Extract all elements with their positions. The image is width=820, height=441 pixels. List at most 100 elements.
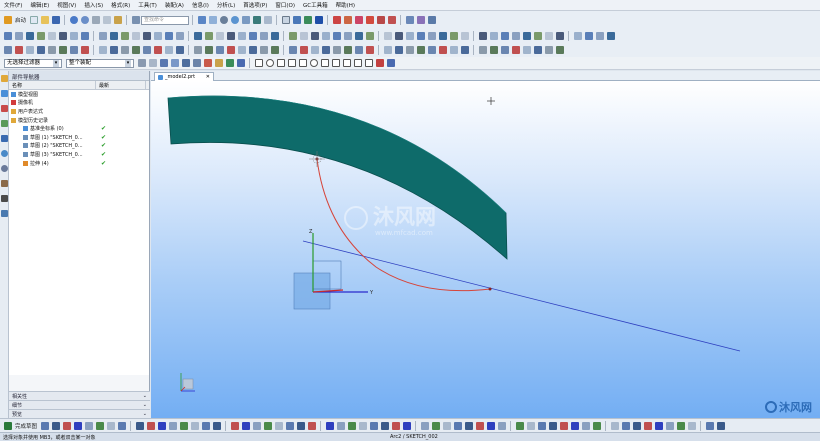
curve-tool-icon[interactable] [80, 46, 89, 54]
feature-tool-icon[interactable] [500, 32, 509, 40]
tree-node[interactable]: 模型视图 [9, 90, 149, 99]
sketch-tool-icon[interactable] [106, 421, 115, 430]
sketch-tool-icon[interactable] [51, 421, 60, 430]
sketch-tool-icon[interactable] [453, 421, 462, 430]
curve-tool-icon[interactable] [175, 46, 184, 54]
curve-tool-icon[interactable] [193, 46, 202, 54]
sketch-tool-icon[interactable] [687, 421, 696, 430]
curve-tool-icon[interactable] [47, 46, 56, 54]
constraint-navigator-icon[interactable] [1, 105, 8, 112]
sketch-tool-icon[interactable] [497, 421, 506, 430]
sketch-tool-icon[interactable] [665, 421, 674, 430]
system-materials-icon[interactable] [1, 180, 8, 187]
sketch-tool-icon[interactable] [358, 421, 367, 430]
sketch-tool-icon[interactable] [274, 421, 283, 430]
sketch-tool-icon[interactable] [592, 421, 601, 430]
fit-icon[interactable] [208, 16, 217, 24]
curve-tool-icon[interactable] [109, 46, 118, 54]
curve-tool-icon[interactable] [299, 46, 308, 54]
menu-item[interactable]: 窗口(O) [271, 1, 299, 9]
curve-tool-icon[interactable] [478, 46, 487, 54]
snap-endpoint-icon[interactable] [332, 16, 341, 24]
sketch-tool-icon[interactable] [391, 421, 400, 430]
sketch-tool-icon[interactable] [442, 421, 451, 430]
select-icon[interactable] [281, 16, 290, 24]
sketch-tool-icon[interactable] [559, 421, 568, 430]
start-button[interactable]: 启动 [15, 16, 26, 24]
navigator-panel[interactable]: 相关性 ⌄ [9, 391, 150, 400]
sketch-tool-icon[interactable] [212, 421, 221, 430]
snap-intersection-icon[interactable] [387, 16, 396, 24]
snap-toggle-icon[interactable] [236, 59, 245, 67]
sketch-tool-icon[interactable] [325, 421, 334, 430]
feature-tool-icon[interactable] [383, 32, 392, 40]
curve-tool-icon[interactable] [416, 46, 425, 54]
curve-tool-icon[interactable] [460, 46, 469, 54]
curve-tool-icon[interactable] [288, 46, 297, 54]
curve-tool-icon[interactable] [343, 46, 352, 54]
feature-tool-icon[interactable] [175, 32, 184, 40]
measure-icon[interactable] [405, 16, 414, 24]
sketch-tool-icon[interactable] [84, 421, 93, 430]
sketch-tool-icon[interactable] [369, 421, 378, 430]
copy-icon[interactable] [102, 16, 111, 24]
sketch-tool-icon[interactable] [62, 421, 71, 430]
feature-tool-icon[interactable] [3, 32, 12, 40]
line-tool-icon[interactable] [314, 16, 323, 24]
menu-item[interactable]: 文件(F) [0, 1, 26, 9]
feature-tool-icon[interactable] [237, 32, 246, 40]
feature-tool-icon[interactable] [25, 32, 34, 40]
menu-item[interactable]: 视图(V) [53, 1, 80, 9]
sketch-tool-icon[interactable] [336, 421, 345, 430]
tree-node[interactable]: 草图 (3) "SKETCH_0... ✔ [9, 150, 149, 159]
sketch-tool-icon[interactable] [621, 421, 630, 430]
sketch-tool-icon[interactable] [475, 421, 484, 430]
curve-tool-icon[interactable] [449, 46, 458, 54]
sketch-tool-icon[interactable] [263, 421, 272, 430]
hd3d-icon[interactable] [1, 135, 8, 142]
render-style-icon[interactable] [252, 16, 261, 24]
navigator-panel[interactable]: 细节 ⌄ [9, 400, 150, 409]
snap-tan-icon[interactable] [364, 59, 373, 67]
reuse-library-icon[interactable] [1, 120, 8, 127]
sketch-tool-icon[interactable] [201, 421, 210, 430]
curve-tool-icon[interactable] [321, 46, 330, 54]
sketch-tool-icon[interactable] [252, 421, 261, 430]
feature-tool-icon[interactable] [489, 32, 498, 40]
sketch-tool-icon[interactable] [705, 421, 714, 430]
snap-center-icon[interactable] [354, 16, 363, 24]
nx-logo-icon[interactable] [3, 16, 12, 24]
curve-tool-icon[interactable] [259, 46, 268, 54]
tree-node[interactable]: 模型历史记录 [9, 116, 149, 125]
curve-tool-icon[interactable] [544, 46, 553, 54]
snap-pt-icon[interactable] [331, 59, 340, 67]
curve-tool-icon[interactable] [394, 46, 403, 54]
menu-item[interactable]: 首选项(P) [239, 1, 271, 9]
rotate-icon[interactable] [230, 16, 239, 24]
sketch-tool-icon[interactable] [515, 421, 524, 430]
feature-tool-icon[interactable] [584, 32, 593, 40]
snap-spline-icon[interactable] [276, 59, 285, 67]
pan-icon[interactable] [241, 16, 250, 24]
layer-icon[interactable] [427, 16, 436, 24]
snap-line-icon[interactable] [254, 59, 263, 67]
tree-node[interactable]: 基准坐标系 (0) ✔ [9, 124, 149, 133]
menu-item[interactable]: 格式(R) [107, 1, 134, 9]
feature-tool-icon[interactable] [555, 32, 564, 40]
feature-tool-icon[interactable] [131, 32, 140, 40]
curve-tool-icon[interactable] [215, 46, 224, 54]
feature-tool-icon[interactable] [321, 32, 330, 40]
menu-icon[interactable] [137, 59, 146, 67]
sketch-tool-icon[interactable] [95, 421, 104, 430]
tree-node[interactable]: 拉伸 (4) ✔ [9, 159, 149, 168]
sketch-tool-icon[interactable] [307, 421, 316, 430]
sketch-tool-icon[interactable] [537, 421, 546, 430]
filter-face-icon[interactable] [170, 59, 179, 67]
sketch-tool-icon[interactable] [610, 421, 619, 430]
sketch-tool-icon[interactable] [548, 421, 557, 430]
feature-tool-icon[interactable] [365, 32, 374, 40]
feature-tool-icon[interactable] [511, 32, 520, 40]
sketch-tool-icon[interactable] [676, 421, 685, 430]
curve-tool-icon[interactable] [14, 46, 23, 54]
open-icon[interactable] [40, 16, 49, 24]
